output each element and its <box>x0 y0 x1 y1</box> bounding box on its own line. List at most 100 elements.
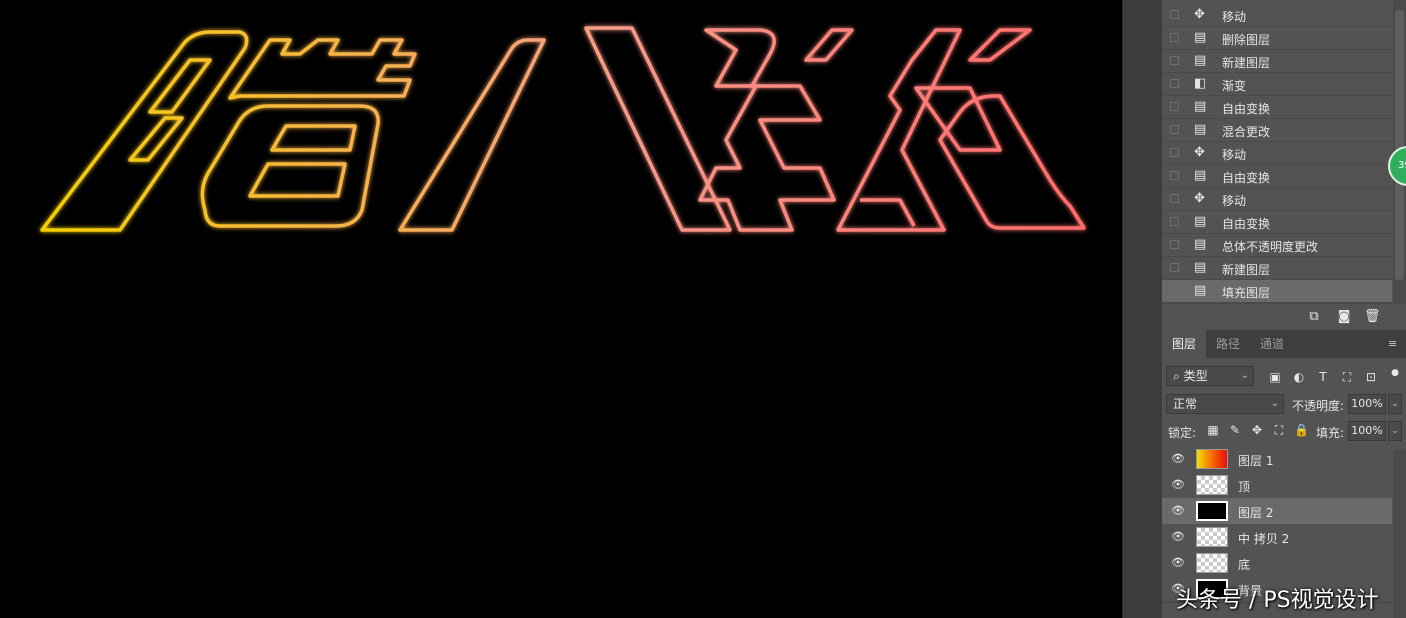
history-scrollbar-thumb[interactable] <box>1395 10 1404 280</box>
fill-input[interactable]: 100% <box>1348 421 1386 441</box>
history-state-item[interactable]: ▤ 填充图层 <box>1162 280 1392 303</box>
lock-image-pixels-icon[interactable]: ✎ <box>1228 423 1242 437</box>
tab-channels[interactable]: 通道 <box>1250 330 1294 358</box>
layer-row[interactable]: 👁 底 <box>1162 550 1392 577</box>
document-icon: ▤ <box>1194 30 1207 45</box>
history-state-item[interactable]: ✥ 移动 <box>1162 142 1392 165</box>
filter-toggle-icon[interactable]: ● <box>1388 366 1402 380</box>
smart-object-filter-icon[interactable]: ⊡ <box>1364 370 1378 384</box>
history-panel: ✥ 移动 ▤ 删除图层 ▤ 新建图层 ◧ 渐变 ▤ 自由变换 ▤ 混合更改 ✥ 移动 ▤ 自由变换 ✥ 移动 ▤ 自由… <box>1162 0 1406 303</box>
layer-row[interactable]: 👁 中 拷贝 2 <box>1162 524 1392 551</box>
trash-icon[interactable]: 🗑 <box>1364 309 1381 325</box>
camera-icon[interactable]: ◙ <box>1336 309 1352 325</box>
layer-thumbnail <box>1196 553 1228 573</box>
history-state-label: 移动 <box>1222 10 1247 24</box>
document-icon: ▤ <box>1194 99 1207 114</box>
document-icon: ▤ <box>1194 283 1207 298</box>
layer-thumbnail <box>1196 449 1228 469</box>
history-source-checkbox[interactable] <box>1170 194 1179 203</box>
lock-label: 锁定: <box>1168 426 1197 440</box>
history-state-item[interactable]: ✥ 移动 <box>1162 4 1392 27</box>
history-state-label: 填充图层 <box>1222 286 1271 300</box>
layer-thumbnail <box>1196 527 1228 547</box>
layer-name[interactable]: 图层 1 <box>1238 452 1273 469</box>
layer-name[interactable]: 图层 2 <box>1238 504 1273 521</box>
opacity-dropdown-icon[interactable]: ⌄ <box>1388 394 1402 414</box>
layer-filter-select[interactable]: ⌕ 类型 ⌄ <box>1166 366 1254 386</box>
eye-visibility-icon[interactable]: 👁 <box>1170 530 1186 544</box>
shape-layer-filter-icon[interactable]: ⛶ <box>1340 370 1354 384</box>
history-state-item[interactable]: ▤ 总体不透明度更改 <box>1162 234 1392 257</box>
eye-visibility-icon[interactable]: 👁 <box>1170 478 1186 492</box>
history-state-label: 新建图层 <box>1222 263 1271 277</box>
history-state-item[interactable]: ▤ 删除图层 <box>1162 27 1392 50</box>
history-source-checkbox[interactable] <box>1170 33 1179 42</box>
neon-text-artwork <box>40 26 1086 232</box>
history-state-item[interactable]: ▤ 新建图层 <box>1162 257 1392 280</box>
layer-row[interactable]: 👁 顶 <box>1162 472 1392 499</box>
tab-paths[interactable]: 路径 <box>1206 330 1250 358</box>
history-source-checkbox[interactable] <box>1170 10 1179 19</box>
history-source-checkbox[interactable] <box>1170 102 1179 111</box>
history-state-item[interactable]: ✥ 移动 <box>1162 188 1392 211</box>
layers-panel: 图层 路径 通道 ≡ ⌕ 类型 ⌄ ▣ ◐ T ⛶ ⊡ ● 正常 ⌄ 不透明度:… <box>1162 330 1406 618</box>
lock-all-icon[interactable]: 🔒 <box>1294 423 1309 437</box>
history-state-item[interactable]: ◧ 渐变 <box>1162 73 1392 96</box>
history-state-item[interactable]: ▤ 新建图层 <box>1162 50 1392 73</box>
type-layer-filter-icon[interactable]: T <box>1316 370 1330 384</box>
layer-name[interactable]: 顶 <box>1238 478 1250 495</box>
opacity-input[interactable]: 100% <box>1348 394 1386 414</box>
tab-layers[interactable]: 图层 <box>1162 330 1207 358</box>
document-icon: ▤ <box>1194 237 1207 252</box>
history-source-checkbox[interactable] <box>1170 56 1179 65</box>
history-source-checkbox[interactable] <box>1170 171 1179 180</box>
adjustment-layer-filter-icon[interactable]: ◐ <box>1292 370 1306 384</box>
history-state-item[interactable]: ▤ 自由变换 <box>1162 96 1392 119</box>
panel-menu-icon[interactable]: ≡ <box>1388 338 1398 349</box>
fill-dropdown-icon[interactable]: ⌄ <box>1388 421 1402 441</box>
eye-visibility-icon[interactable]: 👁 <box>1170 452 1186 466</box>
history-state-label: 移动 <box>1222 194 1247 208</box>
layer-filter-label: 类型 <box>1183 369 1208 383</box>
eye-visibility-icon[interactable]: 👁 <box>1170 556 1186 570</box>
fill-label: 填充: <box>1316 426 1345 440</box>
layer-row[interactable]: 👁 图层 1 <box>1162 446 1392 473</box>
new-document-from-state-icon[interactable]: ⧉ <box>1306 309 1322 325</box>
history-source-checkbox[interactable] <box>1170 148 1179 157</box>
history-state-label: 渐变 <box>1222 79 1247 93</box>
layer-row[interactable]: 👁 图层 2 <box>1162 498 1392 525</box>
history-state-item[interactable]: ▤ 自由变换 <box>1162 211 1392 234</box>
history-source-checkbox[interactable] <box>1170 240 1179 249</box>
history-source-checkbox[interactable] <box>1170 217 1179 226</box>
lock-transparent-pixels-icon[interactable]: ▦ <box>1206 423 1220 437</box>
history-state-item[interactable]: ▤ 自由变换 <box>1162 165 1392 188</box>
history-state-label: 总体不透明度更改 <box>1222 240 1319 254</box>
lock-position-icon[interactable]: ✥ <box>1250 423 1264 437</box>
eye-visibility-icon[interactable]: 👁 <box>1170 504 1186 518</box>
blend-mode-select[interactable]: 正常 ⌄ <box>1166 394 1284 414</box>
move-icon: ✥ <box>1194 191 1205 206</box>
history-state-label: 删除图层 <box>1222 33 1271 47</box>
lock-artboard-icon[interactable]: ⛶ <box>1272 423 1286 437</box>
layer-name[interactable]: 中 拷贝 2 <box>1238 530 1289 547</box>
layer-thumbnail <box>1196 475 1228 495</box>
history-state-label: 自由变换 <box>1222 102 1271 116</box>
panel-dock-divider <box>1122 0 1163 618</box>
history-source-checkbox[interactable] <box>1170 263 1179 272</box>
document-icon: ▤ <box>1194 214 1207 229</box>
history-source-checkbox[interactable] <box>1170 79 1179 88</box>
history-state-label: 新建图层 <box>1222 56 1271 70</box>
document-icon: ▤ <box>1194 122 1207 137</box>
document-canvas[interactable] <box>0 0 1122 618</box>
pixel-layer-filter-icon[interactable]: ▣ <box>1268 370 1282 384</box>
layers-panel-tabs: 图层 路径 通道 ≡ <box>1162 330 1406 358</box>
layer-name[interactable]: 底 <box>1238 556 1250 573</box>
history-state-label: 自由变换 <box>1222 217 1271 231</box>
history-source-checkbox[interactable] <box>1170 125 1179 134</box>
history-state-item[interactable]: ▤ 混合更改 <box>1162 119 1392 142</box>
history-state-label: 混合更改 <box>1222 125 1271 139</box>
document-icon: ▤ <box>1194 260 1207 275</box>
history-source-checkbox[interactable] <box>1170 286 1179 295</box>
layer-thumbnail <box>1196 501 1228 521</box>
layers-scrollbar[interactable] <box>1393 450 1406 618</box>
